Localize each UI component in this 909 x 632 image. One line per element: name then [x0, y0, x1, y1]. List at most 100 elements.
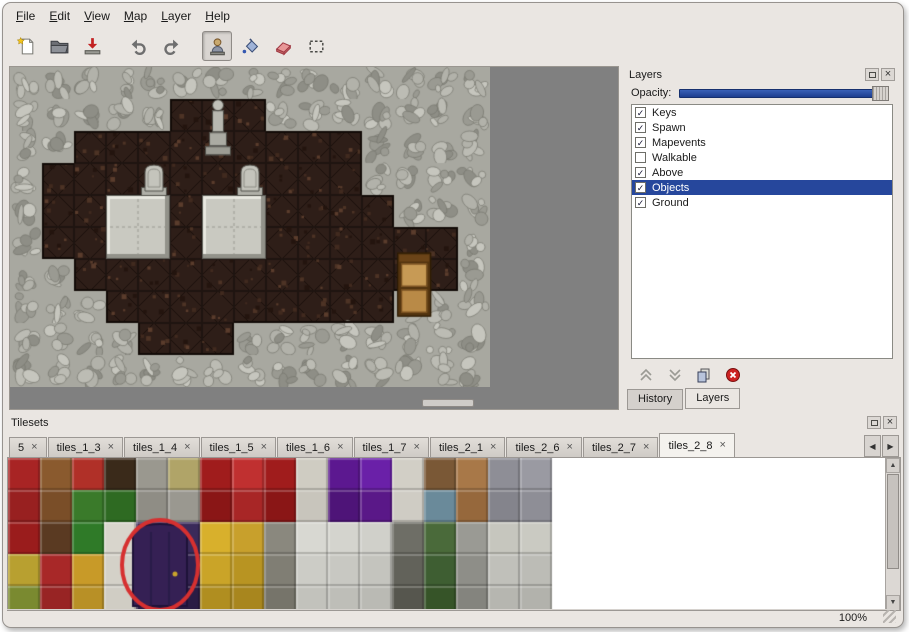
tilesets-panel-titlebar: Tilesets ×: [7, 414, 901, 431]
menu-file[interactable]: File: [9, 7, 42, 25]
layer-row-keys[interactable]: ✓ Keys: [632, 105, 892, 120]
scroll-down-button[interactable]: ▼: [886, 595, 900, 610]
layer-row-walkable[interactable]: Walkable: [632, 150, 892, 165]
menu-layer[interactable]: Layer: [154, 7, 198, 25]
tab-close-icon[interactable]: ×: [108, 442, 114, 453]
new-file-icon: [16, 36, 37, 57]
layers-close-button[interactable]: ×: [881, 68, 895, 81]
tileset-tab-tiles_2_8[interactable]: tiles_2_8×: [659, 433, 734, 457]
layer-row-mapevents[interactable]: ✓Mapevents: [632, 135, 892, 150]
duplicate-layer-button[interactable]: [695, 366, 713, 384]
layer-row-ground[interactable]: ✓ Ground: [632, 195, 892, 210]
tileset-tab-tiles_1_5[interactable]: tiles_1_5 ×: [201, 437, 276, 457]
layer-name: Objects: [652, 182, 689, 194]
layer-visibility-checkbox[interactable]: ✓: [635, 137, 646, 148]
layer-name: Walkable: [652, 152, 697, 164]
tilesets-panel: Tilesets × 5×tiles_1_3×tiles_1_4×tiles_1…: [7, 414, 901, 611]
tab-close-icon[interactable]: ×: [261, 442, 267, 453]
tileset-scrollbar[interactable]: ▲ ▼: [885, 458, 900, 610]
layer-name: Above: [652, 167, 683, 179]
tileset-tab-label: 5: [18, 442, 24, 454]
tileset-tab-strip: 5×tiles_1_3×tiles_1_4×tiles_1_5×tiles_1_…: [9, 433, 860, 457]
layer-name: Keys: [652, 107, 676, 119]
opacity-slider-handle[interactable]: [872, 86, 889, 101]
menu-map[interactable]: Map: [117, 7, 154, 25]
delete-layer-button[interactable]: [724, 366, 742, 384]
scroll-up-button[interactable]: ▲: [886, 458, 900, 473]
tileset-tab-label: tiles_1_5: [210, 442, 254, 454]
select-tool-button[interactable]: [301, 31, 331, 61]
layer-visibility-checkbox[interactable]: ✓: [635, 167, 646, 178]
tileset-tab-tiles_2_7[interactable]: tiles_2_7 ×: [583, 437, 658, 457]
new-file-button[interactable]: [11, 31, 41, 61]
tab-close-icon[interactable]: ×: [337, 442, 343, 453]
layer-visibility-checkbox[interactable]: ✓: [635, 107, 646, 118]
chevron-up-double-icon: [638, 367, 654, 383]
close-icon: ×: [887, 417, 893, 428]
stamp-tool-icon: [207, 36, 228, 57]
tileset-tab-tiles_1_4[interactable]: tiles_1_4×: [124, 437, 199, 457]
desktop: FileEditViewMapLayerHelp Layers × Opacit…: [0, 0, 909, 632]
undo-button[interactable]: [123, 31, 153, 61]
tileset-tab-tiles_2_1[interactable]: tiles_2_1×: [430, 437, 505, 457]
chevron-down-double-icon: [667, 367, 683, 383]
tilesets-close-button[interactable]: ×: [883, 416, 897, 429]
tileset-view: ▲ ▼: [7, 458, 901, 611]
layer-name: Ground: [652, 197, 689, 209]
layer-visibility-checkbox[interactable]: ✓: [635, 197, 646, 208]
tab-close-icon[interactable]: ×: [719, 440, 725, 451]
tab-scroll-buttons: ◀ ▶: [864, 435, 899, 457]
layer-row-spawn[interactable]: ✓Spawn: [632, 120, 892, 135]
tilesets-float-button[interactable]: [867, 416, 881, 429]
open-file-button[interactable]: [44, 31, 74, 61]
move-layer-up-button[interactable]: [637, 366, 655, 384]
eraser-tool-button[interactable]: [268, 31, 298, 61]
opacity-slider-fill: [680, 90, 888, 97]
open-folder-icon: [49, 36, 70, 57]
layers-float-button[interactable]: [865, 68, 879, 81]
fill-tool-button[interactable]: [235, 31, 265, 61]
tileset-tab-label: tiles_1_3: [57, 442, 101, 454]
tileset-tab-tiles_2_6[interactable]: tiles_2_6×: [506, 437, 581, 457]
opacity-slider[interactable]: [679, 89, 889, 98]
tileset-tab-label: tiles_1_7: [363, 442, 407, 454]
tab-close-icon[interactable]: ×: [490, 442, 496, 453]
panel-tab-history[interactable]: History: [627, 389, 683, 410]
app-window: FileEditViewMapLayerHelp Layers × Opacit…: [2, 2, 904, 628]
resize-grip[interactable]: [883, 610, 896, 623]
menu-help[interactable]: Help: [198, 7, 237, 25]
tab-scroll-left-button[interactable]: ◀: [864, 435, 881, 457]
tab-close-icon[interactable]: ×: [31, 442, 37, 453]
layer-visibility-checkbox[interactable]: ✓: [635, 122, 646, 133]
map-canvas[interactable]: [10, 67, 490, 387]
delete-icon: [725, 367, 741, 383]
scrollbar-track[interactable]: [886, 570, 900, 595]
map-view: [9, 66, 619, 410]
layer-row-objects[interactable]: ✓ Objects: [632, 180, 892, 195]
tileset-tab-label: tiles_2_7: [592, 442, 636, 454]
menu-view[interactable]: View: [77, 7, 117, 25]
save-button[interactable]: [77, 31, 107, 61]
layer-visibility-checkbox[interactable]: [635, 152, 646, 163]
menu-edit[interactable]: Edit: [42, 7, 77, 25]
tileset-tab-tiles_1_3[interactable]: tiles_1_3 ×: [48, 437, 123, 457]
fill-bucket-icon: [240, 36, 261, 57]
eraser-icon: [273, 36, 294, 57]
stamp-tool-button[interactable]: [202, 31, 232, 61]
tab-close-icon[interactable]: ×: [414, 442, 420, 453]
layer-row-above[interactable]: ✓ Above: [632, 165, 892, 180]
tab-close-icon[interactable]: ×: [184, 442, 190, 453]
panel-tab-layers[interactable]: Layers: [685, 388, 740, 409]
map-scrollbar-thumb[interactable]: [422, 399, 474, 407]
tileset-tab-5[interactable]: 5×: [9, 437, 47, 457]
tab-close-icon[interactable]: ×: [643, 442, 649, 453]
tab-close-icon[interactable]: ×: [567, 442, 573, 453]
tileset-tab-tiles_1_6[interactable]: tiles_1_6×: [277, 437, 352, 457]
tileset-tab-tiles_1_7[interactable]: tiles_1_7 ×: [354, 437, 429, 457]
scrollbar-thumb[interactable]: [887, 474, 899, 569]
tileset-canvas[interactable]: [8, 458, 885, 609]
move-layer-down-button[interactable]: [666, 366, 684, 384]
redo-button[interactable]: [156, 31, 186, 61]
layer-visibility-checkbox[interactable]: ✓: [635, 182, 646, 193]
tab-scroll-right-button[interactable]: ▶: [882, 435, 899, 457]
